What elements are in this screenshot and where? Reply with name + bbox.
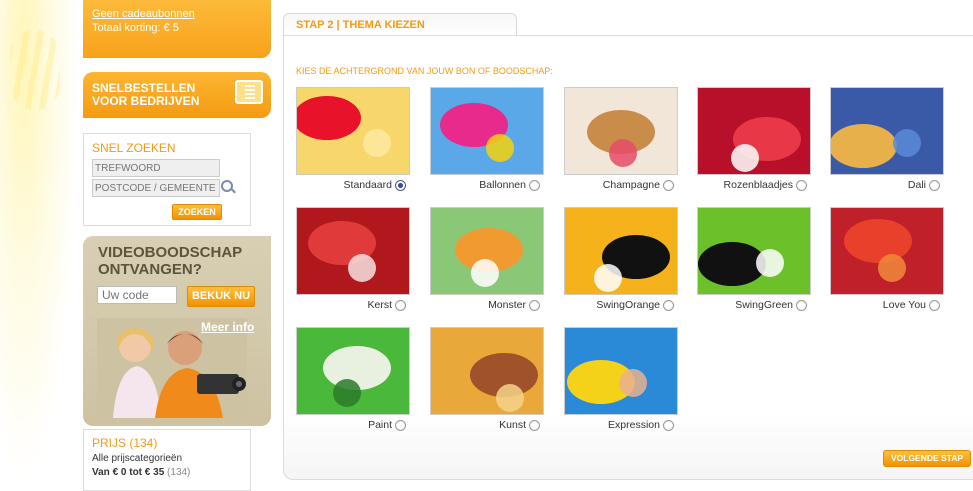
theme-label-row: Expression xyxy=(608,419,674,431)
theme-thumbnail[interactable] xyxy=(430,207,544,295)
theme-label-row: SwingOrange xyxy=(596,299,674,311)
theme-label: Dali xyxy=(907,179,926,191)
video-message-panel: VIDEOBOODSCHAP ONTVANGEN? BEKUK NU Meer … xyxy=(83,236,271,426)
theme-label: Kunst xyxy=(499,419,526,431)
theme-label: Rozenblaadjes xyxy=(723,179,793,191)
gift-cards-link[interactable]: Geen cadeaubonnen xyxy=(92,8,195,20)
theme-thumbnail[interactable] xyxy=(697,207,811,295)
theme-option[interactable]: Paint xyxy=(296,327,410,445)
theme-thumbnail[interactable] xyxy=(564,207,678,295)
price-filter-title: PRIJS (134) xyxy=(92,436,158,450)
theme-label-row: Dali xyxy=(908,179,940,191)
theme-radio[interactable] xyxy=(395,179,406,191)
quick-search-panel: SNEL ZOEKEN ZOEKEN xyxy=(83,133,251,226)
theme-label-row: Ballonnen xyxy=(479,179,540,191)
theme-label: Standaard xyxy=(343,179,392,191)
price-range-link[interactable]: Van € 0 tot € 35 (134) xyxy=(92,467,190,478)
theme-option[interactable]: Kunst xyxy=(430,327,544,445)
watch-now-button[interactable]: BEKUK NU xyxy=(187,286,255,307)
theme-option[interactable]: Champagne xyxy=(564,87,678,205)
theme-label: SwingOrange xyxy=(596,299,660,311)
theme-option[interactable]: Expression xyxy=(564,327,678,445)
theme-radio[interactable] xyxy=(929,179,940,191)
theme-radio[interactable] xyxy=(529,179,540,191)
theme-option[interactable]: Ballonnen xyxy=(430,87,544,205)
theme-radio[interactable] xyxy=(529,299,540,311)
theme-radio[interactable] xyxy=(929,299,940,311)
theme-thumbnail[interactable] xyxy=(430,327,544,415)
video-code-input[interactable] xyxy=(97,286,177,304)
theme-label: Ballonnen xyxy=(479,179,526,191)
business-order-line2: VOOR BEDRIJVEN xyxy=(92,94,200,108)
search-button[interactable]: ZOEKEN xyxy=(172,204,222,220)
theme-thumbnail[interactable] xyxy=(830,207,944,295)
theme-label: Kerst xyxy=(367,299,392,311)
video-title-line1: VIDEOBOODSCHAP xyxy=(98,244,243,261)
theme-label-row: Paint xyxy=(368,419,406,431)
theme-radio[interactable] xyxy=(395,419,406,431)
theme-option[interactable]: Kerst xyxy=(296,207,410,325)
theme-radio[interactable] xyxy=(796,299,807,311)
discount-total: Totaal korting: € 5 xyxy=(92,22,179,34)
theme-thumbnail[interactable] xyxy=(830,87,944,175)
theme-label-row: Kunst xyxy=(499,419,540,431)
theme-label-row: SwingGreen xyxy=(735,299,807,311)
theme-label-row: Standaard xyxy=(344,179,406,191)
theme-label: Champagne xyxy=(602,179,660,191)
theme-label: Monster xyxy=(488,299,526,311)
theme-instruction: KIES DE ACHTERGROND VAN JOUW BON OF BOOD… xyxy=(296,66,553,76)
location-input[interactable] xyxy=(92,179,220,197)
price-all-categories[interactable]: Alle prijscategorieën xyxy=(92,453,182,464)
more-info-link[interactable]: Meer info xyxy=(201,320,254,334)
theme-label-row: Rozenblaadjes xyxy=(724,179,807,191)
theme-thumbnail[interactable] xyxy=(296,87,410,175)
theme-label-row: Monster xyxy=(488,299,540,311)
theme-option[interactable]: SwingOrange xyxy=(564,207,678,325)
search-icon[interactable] xyxy=(221,180,233,192)
theme-option[interactable]: Dali xyxy=(830,87,944,205)
business-order-button[interactable]: SNELBESTELLEN VOOR BEDRIJVEN xyxy=(83,72,271,118)
theme-label: SwingGreen xyxy=(735,299,793,311)
theme-radio[interactable] xyxy=(663,179,674,191)
price-filter-panel: PRIJS (134) Alle prijscategorieën Van € … xyxy=(83,429,251,491)
theme-option[interactable]: Rozenblaadjes xyxy=(697,87,811,205)
theme-thumbnail[interactable] xyxy=(697,87,811,175)
theme-thumbnail[interactable] xyxy=(296,207,410,295)
video-title-line2: ONTVANGEN? xyxy=(98,261,202,278)
theme-label: Expression xyxy=(608,419,660,431)
theme-thumbnail[interactable] xyxy=(296,327,410,415)
gift-summary-panel: Geen cadeaubonnen Totaal korting: € 5 xyxy=(83,0,271,58)
theme-option[interactable]: Love You xyxy=(830,207,944,325)
theme-option[interactable]: SwingGreen xyxy=(697,207,811,325)
next-step-button[interactable]: VOLGENDE STAP xyxy=(883,450,971,467)
theme-radio[interactable] xyxy=(663,419,674,431)
theme-thumbnail[interactable] xyxy=(430,87,544,175)
theme-thumbnail[interactable] xyxy=(564,327,678,415)
theme-label-row: Kerst xyxy=(367,299,406,311)
keyword-input[interactable] xyxy=(92,159,220,177)
document-icon xyxy=(235,80,263,104)
decorative-background xyxy=(0,0,80,488)
quick-search-title: SNEL ZOEKEN xyxy=(92,141,176,155)
theme-option[interactable]: Monster xyxy=(430,207,544,325)
theme-label-row: Love You xyxy=(883,299,940,311)
theme-label: Paint xyxy=(368,419,392,431)
theme-thumbnail[interactable] xyxy=(564,87,678,175)
price-range-count: (134) xyxy=(167,467,191,478)
theme-label: Love You xyxy=(882,299,926,311)
tab-step2-theme[interactable]: STAP 2 | THEMA KIEZEN xyxy=(283,13,517,35)
theme-radio[interactable] xyxy=(796,179,807,191)
theme-label-row: Champagne xyxy=(603,179,674,191)
theme-radio[interactable] xyxy=(395,299,406,311)
theme-option[interactable]: Standaard xyxy=(296,87,410,205)
theme-radio[interactable] xyxy=(529,419,540,431)
theme-radio[interactable] xyxy=(663,299,674,311)
price-range-label: Van € 0 tot € 35 xyxy=(92,467,165,478)
